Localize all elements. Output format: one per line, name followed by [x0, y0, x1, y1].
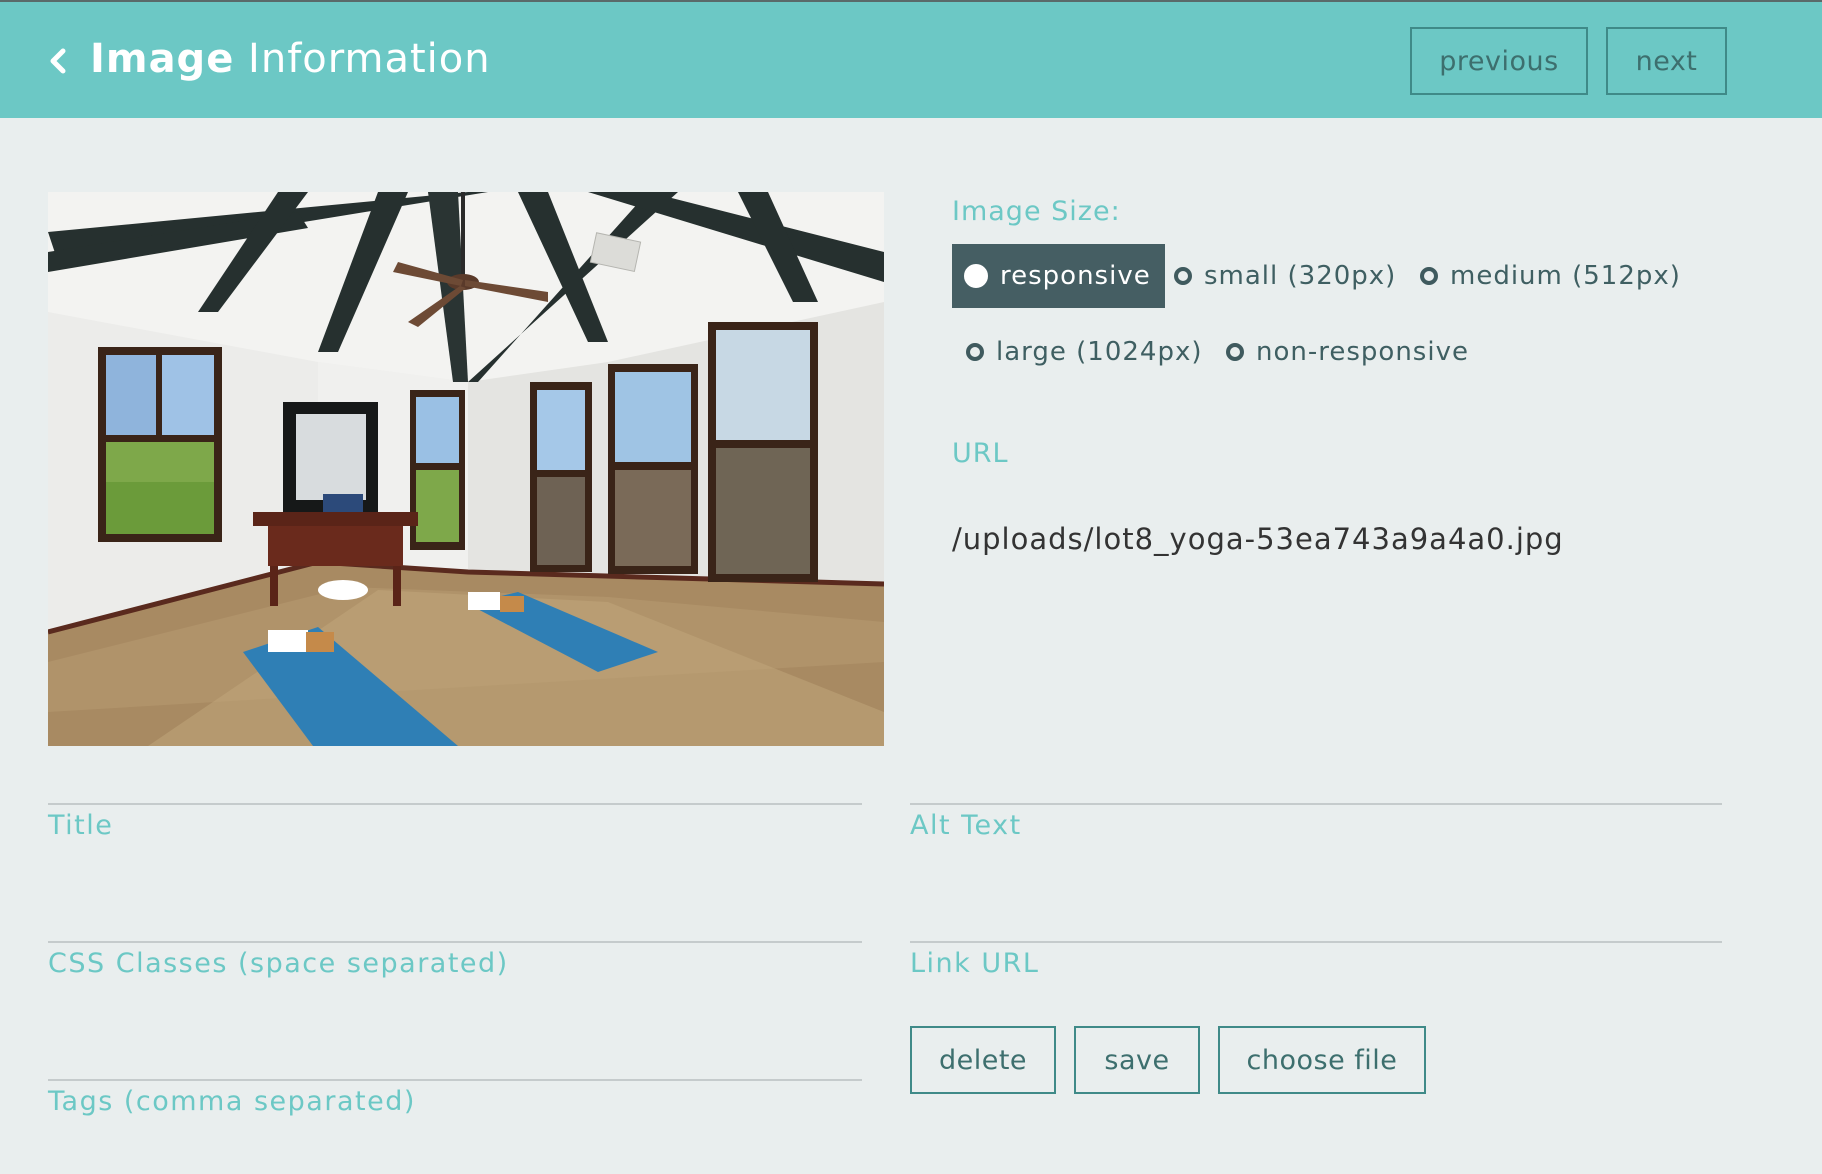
header-bar: Image Information previous next	[0, 2, 1822, 118]
css-classes-field-underline	[48, 941, 862, 943]
link-url-field-label: Link URL	[910, 948, 1040, 979]
radio-circle-icon	[1226, 343, 1244, 361]
save-button[interactable]: save	[1074, 1026, 1200, 1094]
radio-circle-icon	[1420, 267, 1438, 285]
image-size-label: Image Size:	[952, 196, 1121, 227]
title-field-label: Title	[48, 810, 114, 841]
tags-input[interactable]	[48, 1120, 862, 1170]
image-size-option-non-responsive[interactable]: non-responsive	[1226, 320, 1469, 384]
page-title-rest: Information	[234, 36, 491, 82]
css-classes-field-label: CSS Classes (space separated)	[48, 948, 509, 979]
radio-dot-icon	[964, 264, 988, 288]
choose-file-button[interactable]: choose file	[1218, 1026, 1426, 1094]
radio-circle-icon	[966, 343, 984, 361]
image-size-option-small[interactable]: small (320px)	[1174, 244, 1396, 308]
title-field-underline	[48, 803, 862, 805]
alt-text-field-underline	[910, 803, 1722, 805]
css-classes-input[interactable]	[48, 988, 862, 1048]
tags-field-underline	[48, 1079, 862, 1081]
radio-circle-icon	[1174, 267, 1192, 285]
url-label: URL	[952, 438, 1009, 469]
page-title-bold: Image	[90, 36, 235, 82]
option-label: responsive	[1000, 261, 1151, 291]
previous-button[interactable]: previous	[1410, 27, 1588, 95]
chevron-left-icon[interactable]	[46, 48, 72, 74]
alt-text-input[interactable]	[910, 850, 1722, 910]
next-button[interactable]: next	[1606, 27, 1727, 95]
image-size-option-medium[interactable]: medium (512px)	[1420, 244, 1681, 308]
link-url-field-underline	[910, 941, 1722, 943]
option-label: medium (512px)	[1450, 261, 1681, 291]
option-label: non-responsive	[1256, 337, 1469, 367]
image-size-option-large[interactable]: large (1024px)	[966, 320, 1203, 384]
tags-field-label: Tags (comma separated)	[48, 1086, 416, 1117]
image-preview	[48, 192, 884, 746]
page-title: Image Information	[90, 36, 491, 82]
option-label: small (320px)	[1204, 261, 1397, 291]
room-photo	[48, 192, 884, 746]
option-label: large (1024px)	[996, 337, 1203, 367]
image-size-option-responsive[interactable]: responsive	[952, 244, 1165, 308]
url-value: /uploads/lot8_yoga-53ea743a9a4a0.jpg	[952, 522, 1564, 556]
alt-text-field-label: Alt Text	[910, 810, 1022, 841]
delete-button[interactable]: delete	[910, 1026, 1056, 1094]
title-input[interactable]	[48, 850, 862, 910]
